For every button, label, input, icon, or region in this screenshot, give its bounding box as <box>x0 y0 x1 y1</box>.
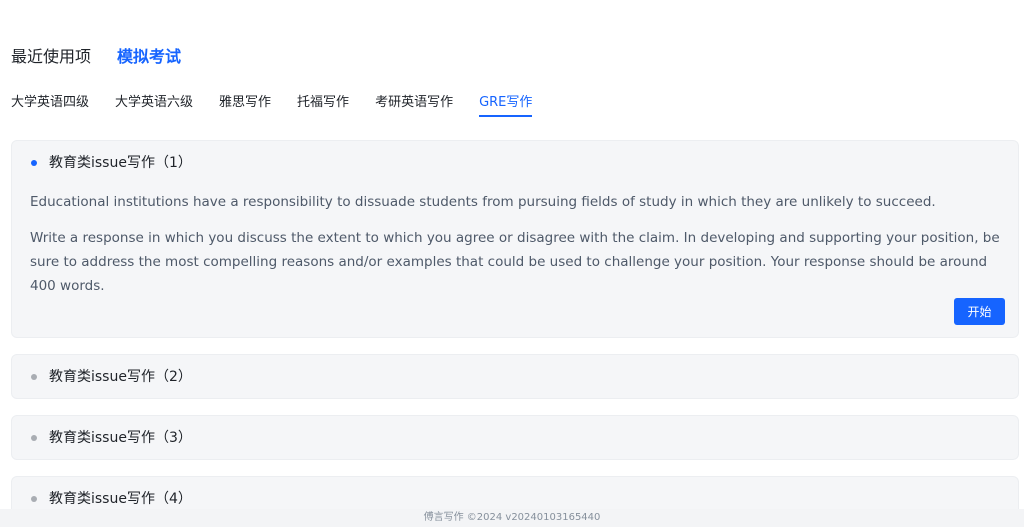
task-card-header[interactable]: 教育类issue写作（4） <box>12 488 1018 510</box>
task-instructions: Write a response in which you discuss th… <box>30 230 1000 294</box>
task-prompt: Educational institutions have a responsi… <box>30 194 936 210</box>
start-button[interactable]: 开始 <box>954 298 1005 325</box>
bullet-dot-icon <box>31 160 37 166</box>
task-card[interactable]: 教育类issue写作（2） <box>11 354 1019 399</box>
task-title: 教育类issue写作（3） <box>49 430 192 446</box>
page: 最近使用项 模拟考试 大学英语四级 大学英语六级 雅思写作 托福写作 考研英语写… <box>0 0 1024 527</box>
tab-mock-exam[interactable]: 模拟考试 <box>117 45 181 69</box>
task-card-header[interactable]: 教育类issue写作（1） <box>12 152 1018 174</box>
bullet-dot-icon <box>31 496 37 502</box>
tab-ielts-writing[interactable]: 雅思写作 <box>219 93 271 115</box>
task-card-expanded: 教育类issue写作（1） Educational institutions h… <box>11 140 1019 338</box>
tab-postgrad-english-writing[interactable]: 考研英语写作 <box>375 93 453 115</box>
task-title: 教育类issue写作（1） <box>49 155 192 171</box>
tab-recent[interactable]: 最近使用项 <box>11 45 91 69</box>
top-tabs: 最近使用项 模拟考试 <box>11 45 181 69</box>
tab-toefl-writing[interactable]: 托福写作 <box>297 93 349 115</box>
task-card-header[interactable]: 教育类issue写作（3） <box>12 427 1018 449</box>
bullet-dot-icon <box>31 374 37 380</box>
bullet-dot-icon <box>31 435 37 441</box>
tab-cet6[interactable]: 大学英语六级 <box>115 93 193 115</box>
tab-gre-writing[interactable]: GRE写作 <box>479 93 533 117</box>
task-title: 教育类issue写作（2） <box>49 369 192 385</box>
footer-copyright: 傅言写作 ©2024 v20240103165440 <box>0 509 1024 527</box>
task-card-header[interactable]: 教育类issue写作（2） <box>12 366 1018 388</box>
tab-cet4[interactable]: 大学英语四级 <box>11 93 89 115</box>
task-title: 教育类issue写作（4） <box>49 491 192 507</box>
task-card[interactable]: 教育类issue写作（3） <box>11 415 1019 460</box>
category-tabs: 大学英语四级 大学英语六级 雅思写作 托福写作 考研英语写作 GRE写作 <box>11 93 533 117</box>
